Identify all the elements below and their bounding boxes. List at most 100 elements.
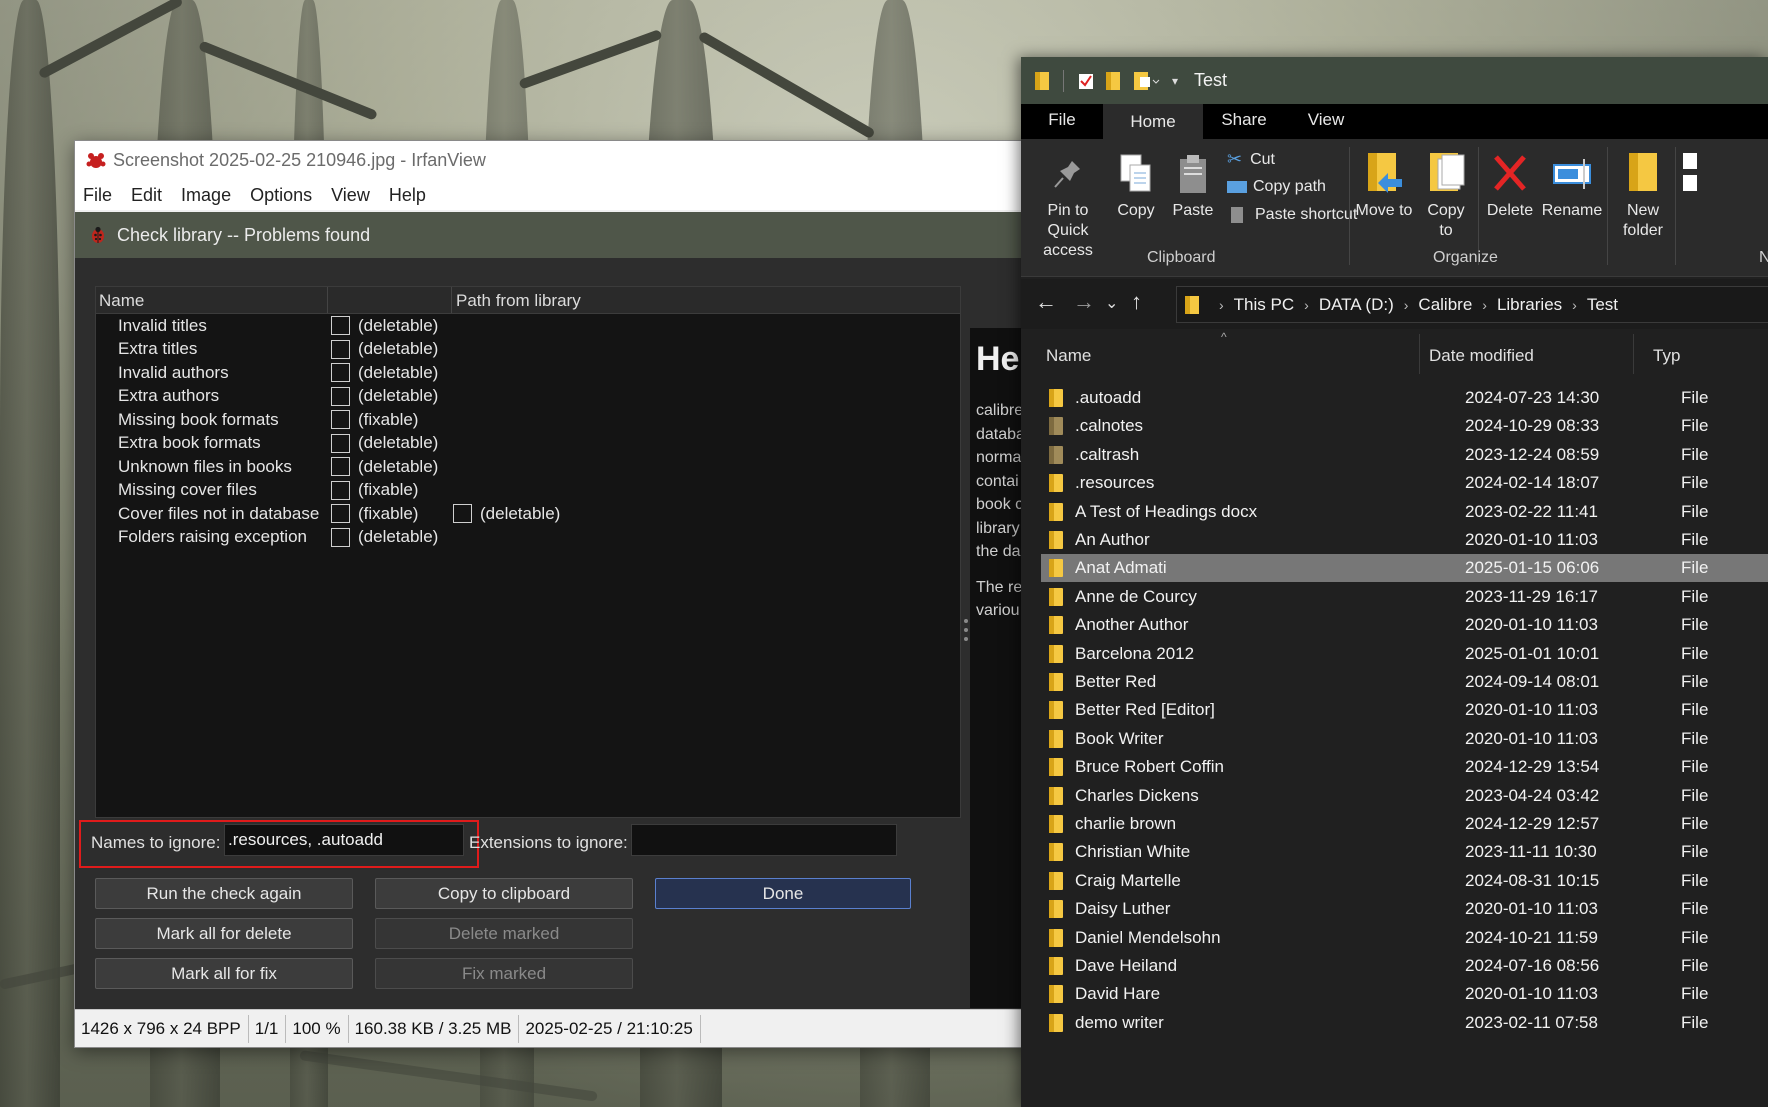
file-row[interactable]: Daisy Luther 2020-01-10 11:03 File [1041, 895, 1768, 923]
delete-marked-button[interactable]: Delete marked [375, 918, 633, 949]
column-path[interactable]: Path from library [452, 287, 960, 313]
move-to-button[interactable]: Move to [1355, 151, 1413, 221]
file-row[interactable]: Better Red 2024-09-14 08:01 File [1041, 668, 1768, 696]
tab-view[interactable]: View [1285, 110, 1367, 139]
address-box[interactable]: › This PC › DATA (D:) › Calibre › Librar… [1176, 286, 1768, 323]
breadcrumb-data-drive[interactable]: DATA (D:) [1319, 295, 1394, 315]
splitter-handle[interactable] [964, 619, 968, 651]
breadcrumb-calibre[interactable]: Calibre [1418, 295, 1472, 315]
problem-checkbox[interactable] [331, 316, 350, 336]
pin-to-quick-access-button[interactable]: Pin to Quick access [1027, 157, 1109, 261]
file-row[interactable]: Christian White 2023-11-11 10:30 File [1041, 838, 1768, 866]
file-row[interactable]: A Test of Headings docx 2023-02-22 11:41 F… [1041, 498, 1768, 526]
file-row[interactable]: .caltrash 2023-12-24 08:59 File [1041, 441, 1768, 469]
problem-checkbox-2[interactable] [453, 504, 472, 524]
column-header-date[interactable]: Date modified [1429, 346, 1534, 366]
breadcrumb-this-pc[interactable]: This PC [1234, 295, 1294, 315]
problem-row[interactable]: Missing book formats (fixable) [96, 408, 960, 432]
problem-row[interactable]: Cover files not in database (fixable) (del… [96, 502, 960, 526]
irfanview-titlebar[interactable]: Screenshot 2025-02-25 210946.jpg - Irfan… [75, 141, 1035, 180]
problem-checkbox[interactable] [331, 386, 350, 406]
menu-view[interactable]: View [331, 185, 370, 206]
problem-checkbox[interactable] [331, 527, 350, 547]
problem-row[interactable]: Invalid authors (deletable) [96, 361, 960, 385]
file-row[interactable]: Barcelona 2012 2025-01-01 10:01 File [1041, 640, 1768, 668]
file-row[interactable]: .resources 2024-02-14 18:07 File [1041, 469, 1768, 497]
problem-row[interactable]: Extra titles (deletable) [96, 338, 960, 362]
menu-edit[interactable]: Edit [131, 185, 162, 206]
run-check-button[interactable]: Run the check again [95, 878, 353, 909]
file-row[interactable]: An Author 2020-01-10 11:03 File [1041, 526, 1768, 554]
done-button[interactable]: Done [655, 878, 911, 909]
problem-row[interactable]: Extra authors (deletable) [96, 385, 960, 409]
copy-button[interactable]: Copy [1111, 153, 1161, 221]
new-folder-button[interactable]: New folder [1613, 151, 1673, 241]
file-row[interactable]: Daniel Mendelsohn 2024-10-21 11:59 File [1041, 924, 1768, 952]
recent-locations-chevron-icon[interactable]: ⌄ [1105, 293, 1118, 313]
tab-share[interactable]: Share [1203, 110, 1285, 139]
file-row[interactable]: .calnotes 2024-10-29 08:33 File [1041, 412, 1768, 440]
breadcrumb-test[interactable]: Test [1587, 295, 1618, 315]
menu-file[interactable]: File [83, 185, 112, 206]
tab-home[interactable]: Home [1103, 104, 1203, 139]
problem-row[interactable]: Invalid titles (deletable) [96, 314, 960, 338]
menu-help[interactable]: Help [389, 185, 426, 206]
copy-to-button[interactable]: Copy to [1419, 151, 1473, 241]
column-status[interactable] [328, 287, 452, 313]
breadcrumb-libraries[interactable]: Libraries [1497, 295, 1562, 315]
explorer-titlebar[interactable]: ▾ Test [1021, 57, 1768, 104]
file-row[interactable]: Another Author 2020-01-10 11:03 File [1041, 611, 1768, 639]
new-folder-quick-icon[interactable] [1106, 71, 1122, 90]
problem-row[interactable]: Extra book formats (deletable) [96, 432, 960, 456]
fix-marked-button[interactable]: Fix marked [375, 958, 633, 989]
file-row[interactable]: Anne de Courcy 2023-11-29 16:17 File [1041, 583, 1768, 611]
file-row[interactable]: Dave Heiland 2024-07-16 08:56 File [1041, 952, 1768, 980]
file-row[interactable]: Better Red [Editor] 2020-01-10 11:03 File [1041, 696, 1768, 724]
file-row[interactable]: Anat Admati 2025-01-15 06:06 File [1041, 554, 1768, 583]
file-row[interactable]: David Hare 2020-01-10 11:03 File [1041, 980, 1768, 1008]
paste-button[interactable]: Paste [1165, 153, 1221, 221]
menu-options[interactable]: Options [250, 185, 312, 206]
names-to-ignore-input[interactable]: .resources, .autoadd [224, 824, 464, 856]
file-row[interactable]: Charles Dickens 2023-04-24 03:42 File [1041, 782, 1768, 810]
problem-row[interactable]: Folders raising exception (deletable) [96, 526, 960, 550]
file-row[interactable]: Book Writer 2020-01-10 11:03 File [1041, 725, 1768, 753]
column-header-type[interactable]: Typ [1653, 346, 1680, 366]
problem-checkbox[interactable] [331, 457, 350, 477]
column-name[interactable]: Name [96, 287, 328, 313]
file-row[interactable]: .autoadd 2024-07-23 14:30 File [1041, 384, 1768, 412]
delete-button[interactable]: Delete [1483, 151, 1537, 221]
file-row[interactable]: Craig Martelle 2024-08-31 10:15 File [1041, 867, 1768, 895]
problem-checkbox[interactable] [331, 410, 350, 430]
back-arrow-icon[interactable]: ← [1035, 289, 1057, 315]
mark-all-delete-button[interactable]: Mark all for delete [95, 918, 353, 949]
tab-file[interactable]: File [1021, 110, 1103, 139]
problem-checkbox[interactable] [331, 433, 350, 453]
customize-toolbar-icon[interactable]: ▾ [1172, 74, 1178, 88]
rename-button[interactable]: Rename [1539, 151, 1605, 221]
quick-access-menu-icon[interactable] [1134, 71, 1160, 90]
cut-button[interactable]: ✂ Cut [1227, 149, 1275, 170]
paste-shortcut-button[interactable]: Paste shortcut [1227, 206, 1357, 224]
problem-checkbox[interactable] [331, 480, 350, 500]
copy-to-clipboard-button[interactable]: Copy to clipboard [375, 878, 633, 909]
problem-row[interactable]: Unknown files in books (deletable) [96, 455, 960, 479]
problem-checkbox[interactable] [331, 339, 350, 359]
file-row[interactable]: charlie brown 2024-12-29 12:57 File [1041, 810, 1768, 838]
up-arrow-icon[interactable]: ↑ [1131, 289, 1142, 315]
problem-checkbox[interactable] [331, 363, 350, 383]
properties-check-icon[interactable] [1078, 72, 1094, 90]
forward-arrow-icon[interactable]: → [1073, 289, 1095, 315]
mark-all-fix-button[interactable]: Mark all for fix [95, 958, 353, 989]
column-header-name[interactable]: Name [1046, 346, 1091, 366]
image-canvas[interactable]: Check library -- Problems found Name Pat… [75, 212, 1035, 1009]
problem-row[interactable]: Missing cover files (fixable) [96, 479, 960, 503]
menu-image[interactable]: Image [181, 185, 231, 206]
file-row[interactable]: Bruce Robert Coffin 2024-12-29 13:54 File [1041, 753, 1768, 781]
copy-path-button[interactable]: Copy path [1227, 178, 1326, 196]
file-row[interactable]: demo writer 2023-02-11 07:58 File [1041, 1009, 1768, 1037]
new-item-icon[interactable] [1681, 151, 1701, 193]
problem-checkbox[interactable] [331, 504, 350, 524]
extensions-to-ignore-input[interactable] [631, 824, 897, 856]
breadcrumb-chevron-icon[interactable]: › [1219, 297, 1224, 313]
